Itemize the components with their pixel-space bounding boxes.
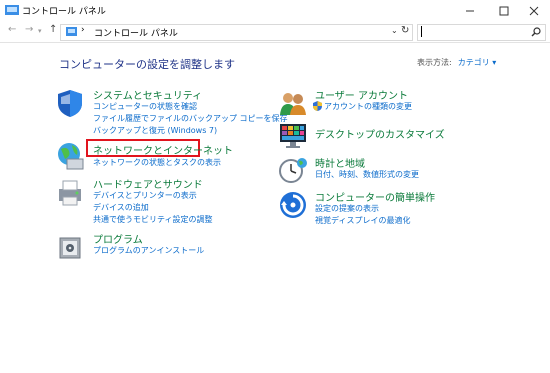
hardware-link-devices[interactable]: デバイスとプリンターの表示 <box>93 190 197 201</box>
control-panel-small-icon <box>66 27 77 36</box>
access-link-suggestions[interactable]: 設定の提案の表示 <box>315 203 379 214</box>
hardware-sound-title[interactable]: ハードウェアとサウンド <box>93 176 203 191</box>
address-bar: ← → ▾ ↑ › コントロール パネル ⌄ ↻ <box>0 22 550 43</box>
close-icon <box>529 6 539 16</box>
ease-of-access-title[interactable]: コンピューターの簡単操作 <box>315 189 435 204</box>
printer-icon[interactable] <box>55 177 85 207</box>
user-accounts-icon[interactable] <box>278 88 308 118</box>
maximize-icon <box>499 6 509 16</box>
clock-icon[interactable] <box>278 155 308 185</box>
clock-region-title[interactable]: 時計と地域 <box>315 155 365 170</box>
dropdown-chevron-icon[interactable]: ⌄ <box>391 26 398 35</box>
recent-chevron-icon[interactable]: ▾ <box>38 27 42 35</box>
address-path[interactable]: コントロール パネル <box>94 26 178 39</box>
view-by-label: 表示方法: <box>417 58 452 67</box>
text-cursor <box>421 26 422 37</box>
programs-link-uninstall[interactable]: プログラムのアンインストール <box>93 245 204 256</box>
ease-of-access-icon[interactable] <box>278 190 308 220</box>
maximize-button[interactable] <box>488 0 520 22</box>
hardware-link-add-device[interactable]: デバイスの追加 <box>93 202 149 213</box>
search-icon[interactable] <box>531 27 541 37</box>
view-by: 表示方法: カテゴリ ▾ <box>417 57 496 68</box>
minimize-button[interactable] <box>454 0 486 22</box>
title-bar: コントロール パネル <box>0 0 550 22</box>
search-input[interactable] <box>417 24 546 41</box>
control-panel-icon <box>5 5 19 15</box>
network-internet-title[interactable]: ネットワークとインターネット <box>93 142 233 157</box>
refresh-icon[interactable]: ↻ <box>401 25 409 36</box>
desktop-customize-icon[interactable] <box>278 120 308 150</box>
minimize-icon <box>466 10 474 12</box>
uac-shield-icon <box>313 101 322 111</box>
system-link-status[interactable]: コンピューターの状態を確認 <box>93 101 197 112</box>
system-link-backup[interactable]: バックアップと復元 (Windows 7) <box>93 125 217 136</box>
system-link-file-history[interactable]: ファイル履歴でファイルのバックアップ コピーを保存 <box>93 113 288 124</box>
access-link-display[interactable]: 視覚ディスプレイの最適化 <box>315 215 410 226</box>
hardware-link-mobility[interactable]: 共通で使うモビリティ設定の調整 <box>93 214 213 225</box>
forward-arrow-icon[interactable]: → <box>25 24 33 35</box>
back-arrow-icon[interactable]: ← <box>8 24 16 35</box>
user-link-account-type[interactable]: アカウントの種類の変更 <box>324 101 412 112</box>
network-link-status[interactable]: ネットワークの状態とタスクの表示 <box>93 157 221 168</box>
window-title: コントロール パネル <box>22 7 106 17</box>
desktop-customize-title[interactable]: デスクトップのカスタマイズ <box>315 126 445 141</box>
up-arrow-icon[interactable]: ↑ <box>49 24 57 35</box>
system-security-title[interactable]: システムとセキュリティ <box>93 87 202 102</box>
shield-icon[interactable] <box>55 88 85 118</box>
breadcrumb-chevron-icon: › <box>81 25 85 35</box>
programs-title[interactable]: プログラム <box>93 231 143 246</box>
view-by-dropdown[interactable]: カテゴリ ▾ <box>458 58 497 67</box>
programs-icon[interactable] <box>55 232 85 262</box>
clock-link-date-time[interactable]: 日付、時刻、数値形式の変更 <box>315 169 419 180</box>
network-globe-icon[interactable] <box>55 140 85 170</box>
address-field[interactable]: › コントロール パネル ⌄ ↻ <box>60 24 413 41</box>
close-button[interactable] <box>518 0 550 22</box>
user-accounts-title[interactable]: ユーザー アカウント <box>315 87 408 102</box>
page-heading: コンピューターの設定を調整します <box>59 58 235 71</box>
